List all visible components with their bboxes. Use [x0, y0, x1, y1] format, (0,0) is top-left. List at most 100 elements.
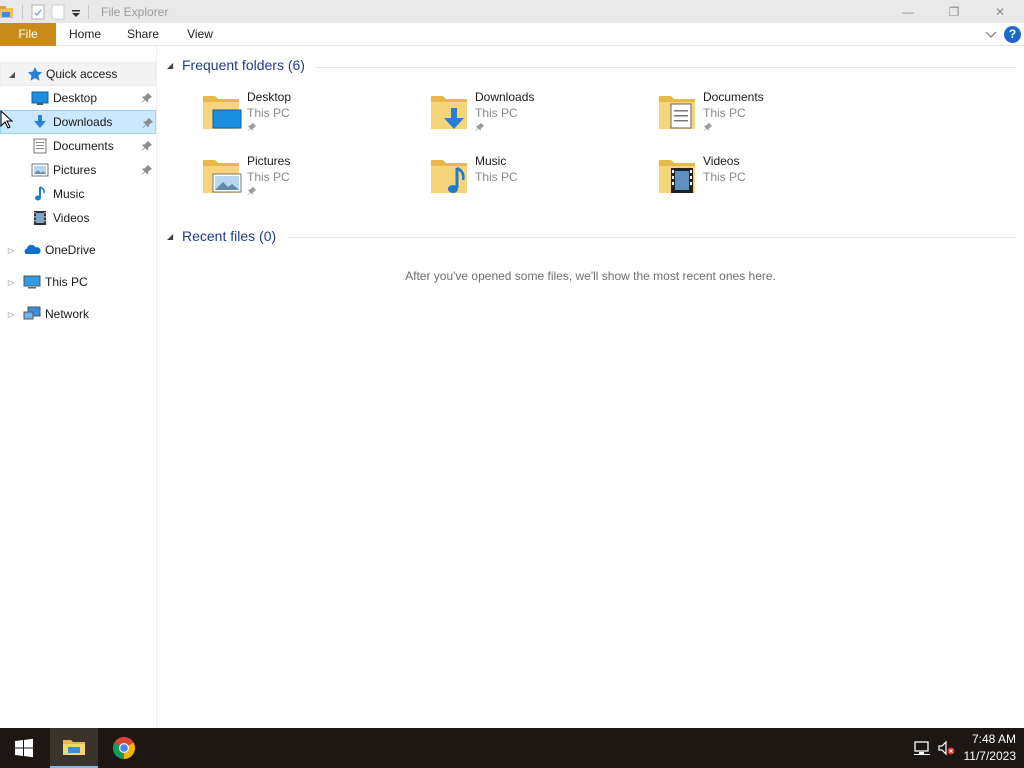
taskbar-clock[interactable]: 7:48 AM 11/7/2023 [964, 731, 1017, 765]
pin-icon[interactable] [141, 140, 153, 152]
nav-label: Music [53, 187, 85, 201]
tab-share[interactable]: Share [120, 23, 166, 46]
nav-quick-access[interactable]: ◢ Quick access [0, 62, 156, 86]
tab-file[interactable]: File [0, 23, 56, 46]
folder-location: This PC [247, 106, 290, 120]
nav-item-music[interactable]: Music [0, 182, 156, 206]
nav-label: Documents [53, 139, 114, 153]
music-icon [35, 186, 45, 201]
help-button[interactable]: ? [1004, 26, 1021, 43]
nav-item-documents[interactable]: Documents [0, 134, 156, 158]
windows-logo-icon [15, 738, 33, 758]
nav-label: Videos [53, 211, 90, 225]
taskbar-file-explorer[interactable] [50, 728, 98, 768]
downloads-folder-icon [431, 96, 467, 129]
pin-icon [247, 122, 257, 132]
pictures-folder-icon [203, 160, 242, 193]
pin-icon[interactable] [142, 117, 154, 129]
folder-tile-videos[interactable]: Videos This PC [657, 154, 877, 210]
folder-name: Pictures [247, 154, 291, 168]
start-button[interactable] [0, 728, 48, 768]
onedrive-icon [24, 244, 41, 254]
pin-icon [703, 122, 713, 132]
recent-files-empty-message: After you've opened some files, we'll sh… [405, 269, 776, 283]
downloads-icon [34, 115, 46, 128]
this-pc-icon [23, 275, 41, 289]
nav-item-pictures[interactable]: Pictures [0, 158, 156, 182]
pin-icon[interactable] [141, 164, 153, 176]
expand-arrow-icon[interactable]: ▷ [6, 277, 16, 287]
expand-arrow-icon[interactable]: ▷ [6, 245, 16, 255]
nav-label: OneDrive [45, 243, 96, 257]
navigation-pane: ◢ Quick access Desktop Downloads Documen… [0, 46, 157, 728]
folder-location: This PC [247, 170, 290, 184]
folder-tile-desktop[interactable]: Desktop This PC [201, 90, 421, 146]
taskbar-chrome[interactable] [100, 728, 148, 768]
folder-name: Music [475, 154, 507, 168]
content-pane: ◢ Frequent folders (6) Desktop This PC D… [157, 46, 1024, 728]
folder-tile-downloads[interactable]: Downloads This PC [429, 90, 649, 146]
pin-icon [475, 122, 485, 132]
file-explorer-icon [63, 740, 85, 755]
desktop-icon [31, 91, 49, 105]
nav-item-desktop[interactable]: Desktop [0, 86, 156, 110]
window-title: File Explorer [101, 5, 169, 19]
tab-home[interactable]: Home [62, 23, 108, 46]
nav-label: Desktop [53, 91, 98, 105]
nav-item-network[interactable]: ▷ Network [0, 302, 156, 326]
collapse-arrow-icon[interactable]: ◢ [167, 61, 177, 70]
expand-arrow-icon[interactable]: ▷ [6, 309, 16, 319]
star-icon [27, 67, 43, 81]
folder-tile-music[interactable]: Music This PC [429, 154, 649, 210]
folder-tile-documents[interactable]: Documents This PC [657, 90, 877, 146]
new-folder-icon[interactable] [51, 4, 65, 20]
folder-name: Downloads [475, 90, 535, 104]
volume-muted-icon[interactable] [937, 740, 955, 756]
quick-access-toolbar [0, 3, 94, 20]
desktop-folder-icon [203, 96, 242, 129]
music-folder-icon [431, 160, 467, 193]
tab-view[interactable]: View [180, 23, 220, 46]
collapse-arrow-icon[interactable]: ◢ [7, 69, 17, 79]
network-tray-icon[interactable] [913, 740, 931, 756]
videos-icon [34, 211, 46, 225]
group-title: Recent files (0) [182, 228, 277, 244]
close-button[interactable]: ✕ [977, 0, 1023, 23]
folder-tile-pictures[interactable]: Pictures This PC [201, 154, 421, 210]
recent-files-header[interactable]: ◢ Recent files (0) [167, 228, 276, 244]
nav-item-onedrive[interactable]: ▷ OneDrive [0, 238, 156, 262]
expand-ribbon-icon[interactable] [984, 27, 998, 41]
nav-label: Downloads [53, 115, 113, 129]
restore-button[interactable]: ❐ [931, 0, 977, 23]
frequent-folders-header[interactable]: ◢ Frequent folders (6) [167, 57, 305, 73]
nav-item-downloads[interactable]: Downloads [0, 110, 156, 134]
taskbar: 7:48 AM 11/7/2023 [0, 728, 1024, 768]
nav-label: This PC [45, 275, 88, 289]
group-divider [317, 67, 1017, 68]
pin-icon [247, 186, 257, 196]
group-divider [287, 237, 1017, 238]
ribbon-tabs: File Home Share View ? [0, 23, 1024, 46]
explorer-app-icon[interactable] [0, 4, 14, 20]
collapse-arrow-icon[interactable]: ◢ [167, 232, 177, 241]
customize-toolbar-icon[interactable] [69, 4, 83, 20]
pin-icon[interactable] [141, 92, 153, 104]
mouse-cursor-icon [0, 110, 14, 129]
folder-location: This PC [475, 106, 518, 120]
minimize-button[interactable]: — [885, 0, 931, 23]
folder-name: Desktop [247, 90, 292, 104]
folder-location: This PC [703, 170, 746, 184]
properties-icon[interactable] [31, 4, 45, 20]
nav-item-videos[interactable]: Videos [0, 206, 156, 230]
documents-icon [33, 138, 47, 154]
clock-time: 7:48 AM [971, 732, 1016, 746]
nav-label: Pictures [53, 163, 97, 177]
documents-folder-icon [659, 96, 695, 129]
folder-location: This PC [475, 170, 518, 184]
nav-label: Network [45, 307, 90, 321]
folder-name: Documents [703, 90, 764, 104]
network-icon [23, 306, 41, 320]
nav-item-this-pc[interactable]: ▷ This PC [0, 270, 156, 294]
clock-date: 11/7/2023 [963, 749, 1017, 763]
group-title: Frequent folders (6) [182, 57, 305, 73]
